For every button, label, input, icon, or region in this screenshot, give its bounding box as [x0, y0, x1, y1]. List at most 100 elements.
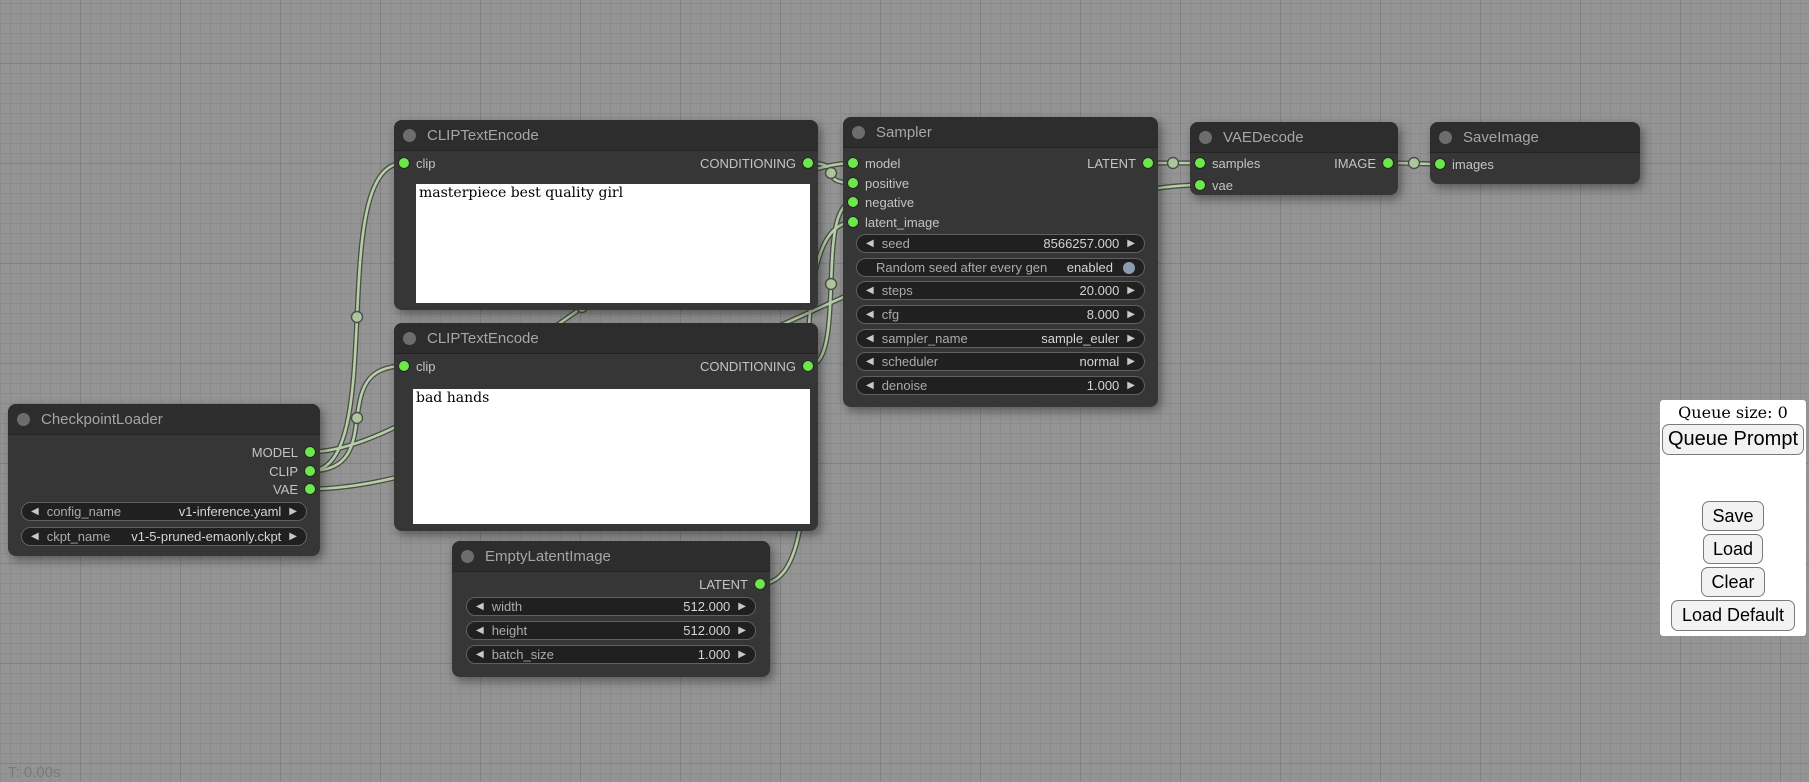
decrement-arrow-icon[interactable]: ◀ [866, 239, 874, 249]
slot-dot-images-input[interactable] [1435, 159, 1445, 169]
save-button[interactable]: Save [1702, 501, 1763, 531]
slot-dot-latent-image-input[interactable] [848, 217, 858, 227]
increment-arrow-icon[interactable]: ▶ [289, 532, 297, 542]
slot-dot-latent-output[interactable] [755, 579, 765, 589]
node-header[interactable]: CLIPTextEncode [394, 120, 818, 151]
slot-dot-conditioning-output[interactable] [803, 361, 813, 371]
output-slot-image[interactable]: IMAGE [1334, 154, 1393, 172]
output-slot-latent[interactable]: LATENT [1087, 154, 1153, 172]
collapse-toggle-icon[interactable] [1439, 131, 1452, 144]
queue-prompt-button[interactable]: Queue Prompt [1662, 424, 1804, 455]
slot-dot-conditioning-output[interactable] [803, 158, 813, 168]
decrement-arrow-icon[interactable]: ◀ [31, 532, 39, 542]
output-slot-latent[interactable]: LATENT [699, 575, 765, 593]
input-slot-negative[interactable]: negative [848, 193, 914, 211]
slot-dot-positive-input[interactable] [848, 178, 858, 188]
input-slot-latent-image[interactable]: latent_image [848, 213, 939, 231]
decrement-arrow-icon[interactable]: ◀ [31, 507, 39, 517]
output-slot-clip[interactable]: CLIP [269, 462, 315, 480]
decrement-arrow-icon[interactable]: ◀ [476, 626, 484, 636]
output-slot-conditioning[interactable]: CONDITIONING [700, 357, 813, 375]
increment-arrow-icon[interactable]: ▶ [1127, 381, 1135, 391]
increment-arrow-icon[interactable]: ▶ [738, 602, 746, 612]
widget-scheduler[interactable]: ◀ scheduler normal ▶ [856, 352, 1145, 371]
widget-denoise[interactable]: ◀ denoise 1.000 ▶ [856, 376, 1145, 395]
clear-button[interactable]: Clear [1701, 567, 1764, 597]
input-slot-images[interactable]: images [1435, 155, 1494, 173]
widget-ckpt-name[interactable]: ◀ ckpt_name v1-5-pruned-emaonly.ckpt ▶ [21, 527, 307, 546]
input-slot-vae[interactable]: vae [1195, 176, 1233, 194]
output-slot-vae[interactable]: VAE [273, 480, 315, 498]
node-header[interactable]: EmptyLatentImage [452, 541, 770, 572]
widget-sampler-name[interactable]: ◀ sampler_name sample_euler ▶ [856, 329, 1145, 348]
node-title: Sampler [876, 124, 932, 141]
input-slot-model[interactable]: model [848, 154, 900, 172]
increment-arrow-icon[interactable]: ▶ [738, 626, 746, 636]
increment-arrow-icon[interactable]: ▶ [289, 507, 297, 517]
node-header[interactable]: VAEDecode [1190, 122, 1398, 153]
increment-arrow-icon[interactable]: ▶ [1127, 239, 1135, 249]
node-cliptextencode-negative[interactable]: CLIPTextEncode clip CONDITIONING bad han… [394, 323, 818, 531]
output-slot-conditioning[interactable]: CONDITIONING [700, 154, 813, 172]
widget-seed[interactable]: ◀ seed 8566257.000 ▶ [856, 234, 1145, 253]
node-header[interactable]: SaveImage [1430, 122, 1640, 153]
node-sampler[interactable]: Sampler model positive negative latent_i… [843, 117, 1158, 407]
collapse-toggle-icon[interactable] [852, 126, 865, 139]
decrement-arrow-icon[interactable]: ◀ [866, 381, 874, 391]
slot-dot-vae-input[interactable] [1195, 180, 1205, 190]
collapse-toggle-icon[interactable] [403, 129, 416, 142]
slot-dot-negative-input[interactable] [848, 197, 858, 207]
collapse-toggle-icon[interactable] [461, 550, 474, 563]
slot-dot-clip-input[interactable] [399, 158, 409, 168]
widget-batch-size[interactable]: ◀ batch_size 1.000 ▶ [466, 645, 756, 664]
collapse-toggle-icon[interactable] [1199, 131, 1212, 144]
graph-canvas[interactable]: CheckpointLoader MODEL CLIP VAE ◀ config… [0, 0, 1809, 782]
decrement-arrow-icon[interactable]: ◀ [866, 310, 874, 320]
increment-arrow-icon[interactable]: ▶ [1127, 286, 1135, 296]
widget-label: ckpt_name [47, 529, 111, 544]
prompt-textarea[interactable]: masterpiece best quality girl [416, 184, 810, 303]
prompt-textarea[interactable]: bad hands [413, 389, 810, 524]
input-slot-samples[interactable]: samples [1195, 154, 1260, 172]
node-header[interactable]: CheckpointLoader [8, 404, 320, 435]
collapse-toggle-icon[interactable] [17, 413, 30, 426]
node-vaedecode[interactable]: VAEDecode samples vae IMAGE [1190, 122, 1398, 195]
increment-arrow-icon[interactable]: ▶ [738, 650, 746, 660]
decrement-arrow-icon[interactable]: ◀ [476, 602, 484, 612]
decrement-arrow-icon[interactable]: ◀ [866, 286, 874, 296]
slot-dot-clip-input[interactable] [399, 361, 409, 371]
widget-cfg[interactable]: ◀ cfg 8.000 ▶ [856, 305, 1145, 324]
decrement-arrow-icon[interactable]: ◀ [866, 334, 874, 344]
widget-width[interactable]: ◀ width 512.000 ▶ [466, 597, 756, 616]
increment-arrow-icon[interactable]: ▶ [1127, 334, 1135, 344]
node-emptylatentimage[interactable]: EmptyLatentImage LATENT ◀ width 512.000 … [452, 541, 770, 677]
node-checkpointloader[interactable]: CheckpointLoader MODEL CLIP VAE ◀ config… [8, 404, 320, 556]
node-header[interactable]: Sampler [843, 117, 1158, 148]
input-slot-clip[interactable]: clip [399, 357, 436, 375]
widget-random-seed-toggle[interactable]: Random seed after every gen enabled [856, 258, 1145, 277]
toggle-knob-icon[interactable] [1123, 262, 1135, 274]
slot-dot-samples-input[interactable] [1195, 158, 1205, 168]
slot-dot-model-output[interactable] [305, 447, 315, 457]
collapse-toggle-icon[interactable] [403, 332, 416, 345]
widget-steps[interactable]: ◀ steps 20.000 ▶ [856, 281, 1145, 300]
slot-dot-model-input[interactable] [848, 158, 858, 168]
widget-config-name[interactable]: ◀ config_name v1-inference.yaml ▶ [21, 502, 307, 521]
load-default-button[interactable]: Load Default [1671, 600, 1795, 631]
widget-height[interactable]: ◀ height 512.000 ▶ [466, 621, 756, 640]
output-slot-model[interactable]: MODEL [252, 443, 315, 461]
node-cliptextencode-positive[interactable]: CLIPTextEncode clip CONDITIONING masterp… [394, 120, 818, 310]
load-button[interactable]: Load [1703, 534, 1763, 564]
decrement-arrow-icon[interactable]: ◀ [476, 650, 484, 660]
slot-dot-vae-output[interactable] [305, 484, 315, 494]
decrement-arrow-icon[interactable]: ◀ [866, 357, 874, 367]
slot-dot-latent-output[interactable] [1143, 158, 1153, 168]
increment-arrow-icon[interactable]: ▶ [1127, 310, 1135, 320]
input-slot-positive[interactable]: positive [848, 174, 909, 192]
slot-dot-clip-output[interactable] [305, 466, 315, 476]
node-header[interactable]: CLIPTextEncode [394, 323, 818, 354]
increment-arrow-icon[interactable]: ▶ [1127, 357, 1135, 367]
input-slot-clip[interactable]: clip [399, 154, 436, 172]
node-saveimage[interactable]: SaveImage images [1430, 122, 1640, 184]
slot-dot-image-output[interactable] [1383, 158, 1393, 168]
